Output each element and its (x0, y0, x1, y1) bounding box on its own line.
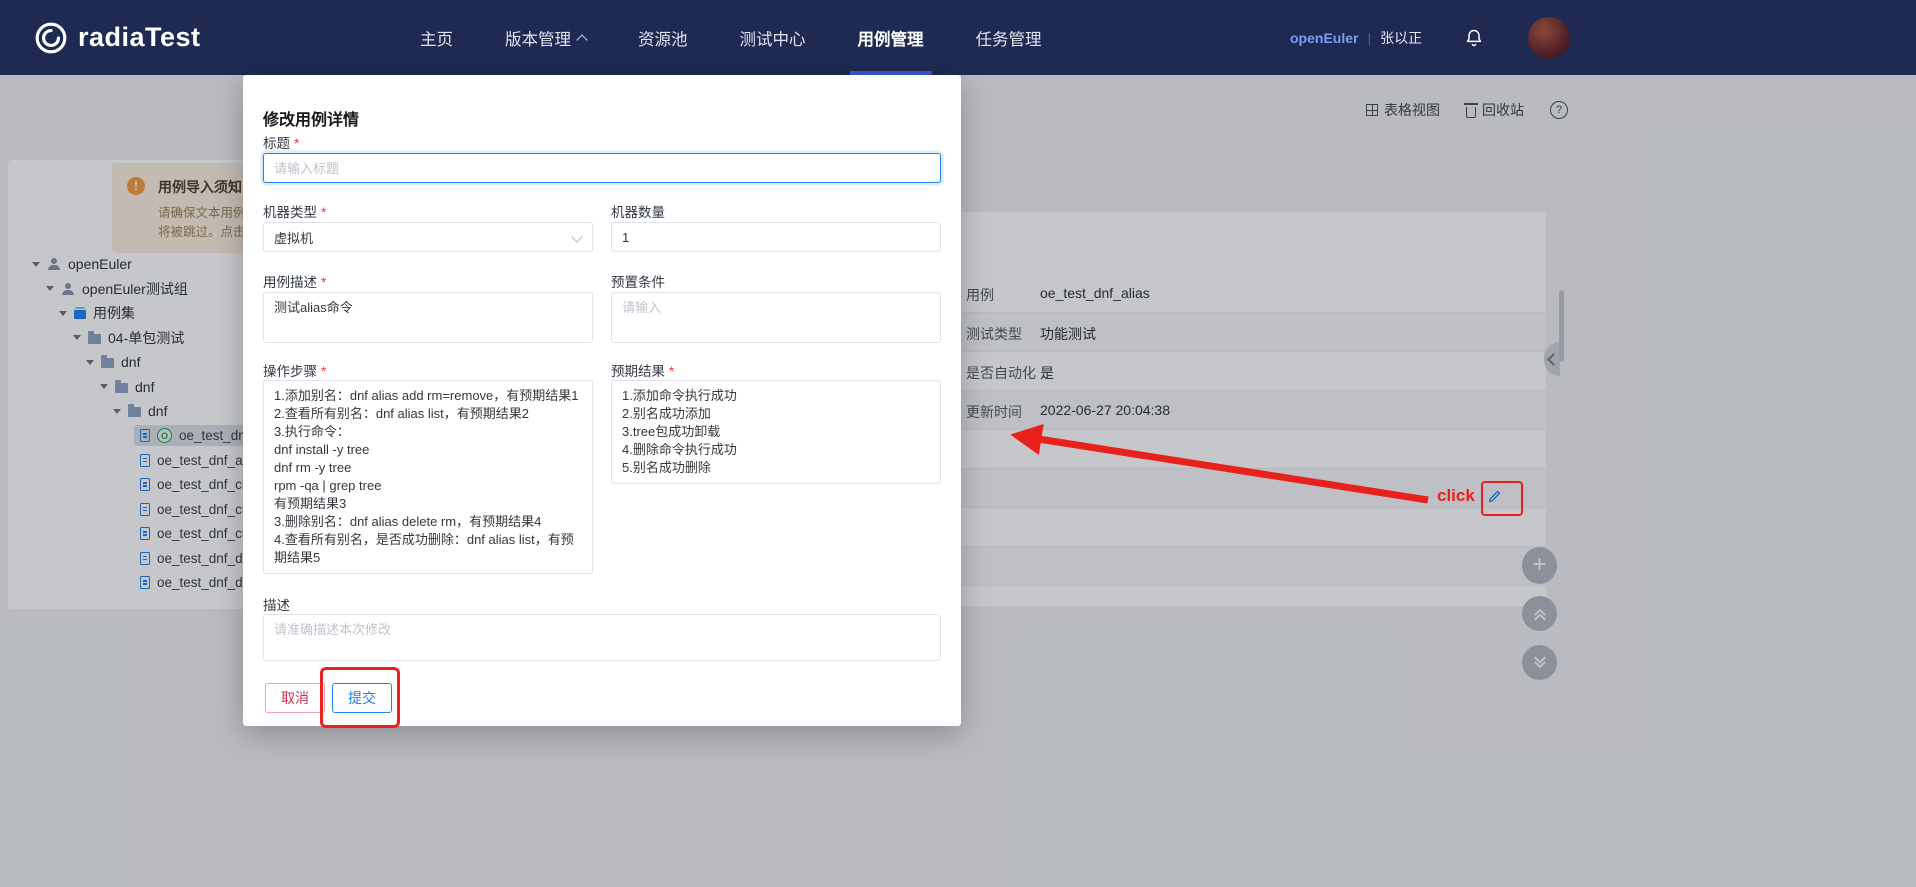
submit-button[interactable]: 提交 (332, 683, 392, 713)
title-label: 标题 (263, 132, 299, 152)
nav-item-version[interactable]: 版本管理 (505, 0, 588, 75)
chevron-down-icon (571, 231, 583, 243)
chevron-up-icon (576, 33, 588, 46)
machine-type-value: 虚拟机 (274, 230, 314, 246)
app-screen: radiaTest 主页 版本管理 资源池 测试中心 用例管理 任务管理 ope… (0, 0, 1916, 887)
cancel-button[interactable]: 取消 (265, 683, 325, 713)
notification-bell-icon[interactable] (1464, 28, 1484, 48)
precondition-label: 预置条件 (611, 275, 665, 290)
expected-textarea[interactable]: 1.添加命令执行成功 2.别名成功添加 3.tree包成功卸载 4.删除命令执行… (611, 380, 941, 484)
machine-count-input[interactable] (611, 222, 941, 252)
machine-type-label: 机器类型 (263, 201, 326, 221)
modify-desc-label: 描述 (263, 598, 290, 613)
main-nav: 主页 版本管理 资源池 测试中心 用例管理 任务管理 (420, 0, 1042, 75)
nav-item-test-center[interactable]: 测试中心 (740, 0, 806, 75)
nav-item-home[interactable]: 主页 (420, 0, 453, 75)
top-navbar: radiaTest 主页 版本管理 资源池 测试中心 用例管理 任务管理 ope… (0, 0, 1916, 75)
user-area: openEuler | 张以正 (1290, 0, 1571, 75)
machine-count-label: 机器数量 (611, 205, 665, 220)
steps-label: 操作步骤 (263, 360, 326, 380)
edit-case-modal: 修改用例详情 标题 机器类型 虚拟机 机器数量 用例描述 测试alias命令 预… (243, 75, 961, 726)
steps-textarea[interactable]: 1.添加别名：dnf alias add rm=remove，有预期结果1 2.… (263, 380, 593, 574)
avatar[interactable] (1528, 16, 1571, 59)
title-input[interactable] (263, 153, 941, 183)
brand-logo[interactable]: radiaTest (34, 0, 201, 75)
nav-item-case-management[interactable]: 用例管理 (849, 0, 932, 75)
expected-label: 预期结果 (611, 360, 674, 380)
case-desc-label: 用例描述 (263, 271, 326, 291)
precondition-textarea[interactable] (611, 292, 941, 343)
modify-desc-textarea[interactable] (263, 614, 941, 661)
brand-name: radiaTest (78, 22, 201, 52)
modal-title: 修改用例详情 (263, 112, 360, 130)
username[interactable]: 张以正 (1380, 28, 1422, 48)
radiatest-logo-icon (35, 22, 67, 53)
nav-item-task-management[interactable]: 任务管理 (976, 0, 1042, 75)
machine-type-select[interactable]: 虚拟机 (263, 222, 593, 252)
nav-item-resource-pool[interactable]: 资源池 (638, 0, 688, 75)
case-desc-textarea[interactable]: 测试alias命令 (263, 292, 593, 343)
divider: | (1367, 29, 1372, 46)
org-name[interactable]: openEuler (1290, 30, 1358, 46)
